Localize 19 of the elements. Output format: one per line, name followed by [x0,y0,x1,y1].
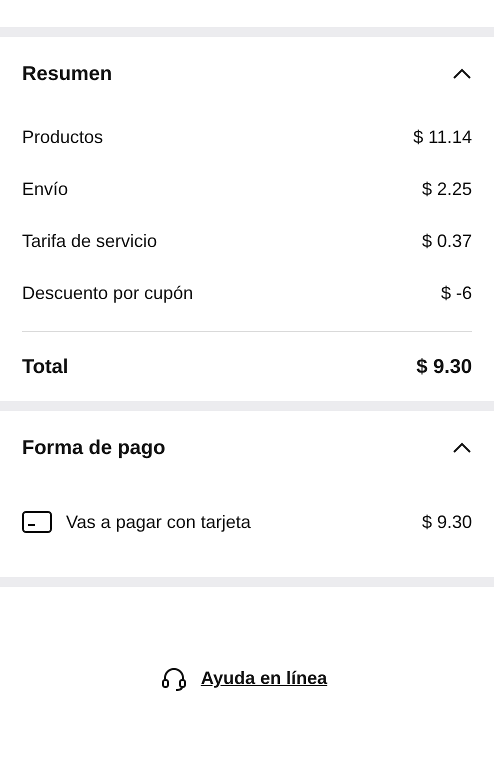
headset-icon [160,666,187,692]
payment-method: Vas a pagar con tarjeta [66,510,251,534]
row-value: $ 11.14 [413,126,472,148]
total-label: Total [22,354,68,380]
row-label: Envío [22,178,68,200]
row-label: Productos [22,126,104,148]
row-label: Descuento por cupón [22,282,194,305]
chevron-icon[interactable] [452,442,472,454]
chevron-icon[interactable] [452,68,472,80]
help-link[interactable]: Ayuda en línea [200,665,328,692]
row-value: $ -6 [440,282,472,304]
row-label: Tarifa de servicio [22,230,158,252]
section-title: Resumen [22,62,112,87]
total-value: $ 9.30 [416,354,472,380]
row-value: $ 0.37 [422,230,472,252]
section-title: Forma de pago [22,436,166,461]
credit-card-icon [22,511,52,533]
payment-amount: $ 9.30 [422,510,472,534]
row-value: $ 2.25 [422,178,472,200]
